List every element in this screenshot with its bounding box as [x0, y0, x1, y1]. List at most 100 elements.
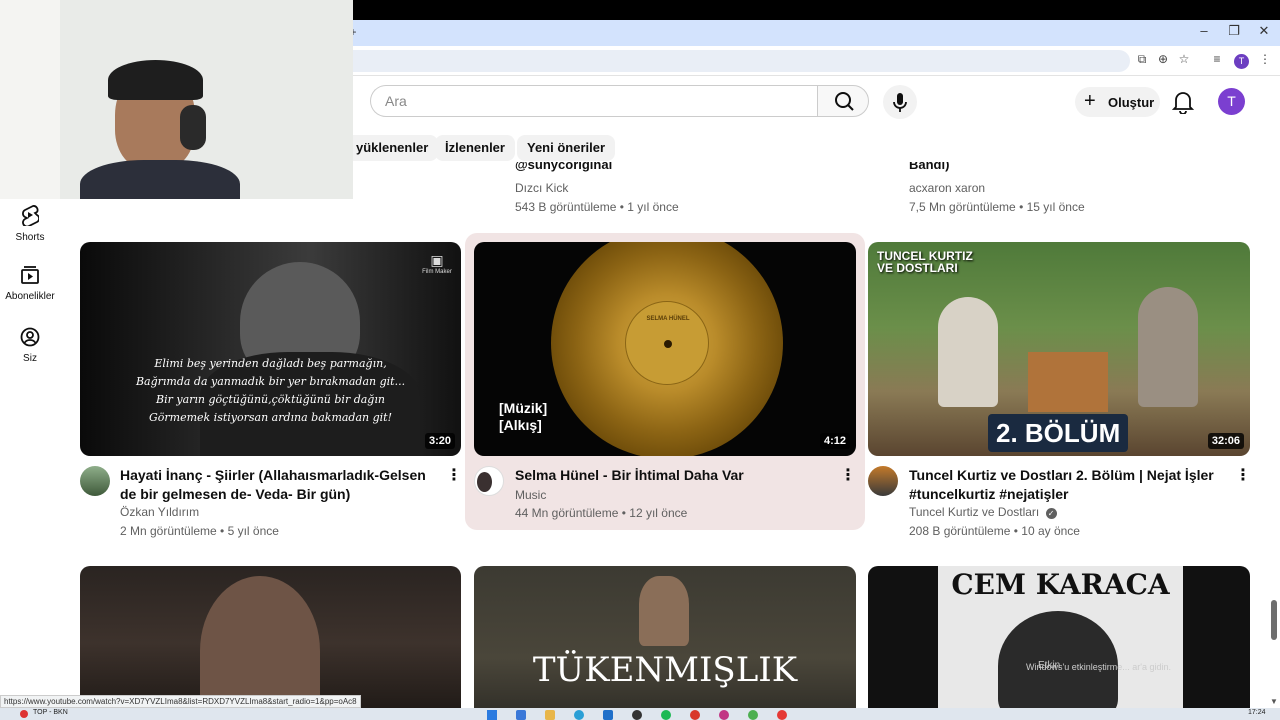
webcam-overlay	[0, 0, 353, 199]
edge-browser-icon[interactable]	[574, 710, 584, 720]
thumbnail-show-title: TUNCEL KURTIZ VE DOSTLARI	[877, 249, 973, 275]
video-stats: 543 B görüntüleme • 1 yıl önce	[515, 200, 679, 214]
video-duration: 3:20	[424, 433, 455, 449]
restore-icon[interactable]: ❐	[1224, 23, 1244, 39]
bookmark-star-icon[interactable]: ☆	[1176, 52, 1192, 66]
channel-name[interactable]: Tuncel Kurtiz ve Dostları ✓	[909, 505, 1057, 519]
thumbnail-title-text: CEM KARACA	[951, 568, 1170, 601]
webcam-person-body	[80, 160, 240, 199]
microphone-icon	[893, 93, 907, 112]
channel-name[interactable]: Dızcı Kick	[515, 181, 568, 195]
video-title[interactable]: Hayati İnanç - Şiirler (Allahaısmarladık…	[120, 466, 440, 504]
thumbnail-poem-text: Elimi beş yerinden dağladı beş parmağın,…	[135, 357, 406, 424]
windows-activation-overlay: Windows'u etkinleştirme... ar'a gidin.	[1026, 662, 1171, 672]
video-thumbnail[interactable]: CEM KARACA Etkin Windows'u etkinleştirme…	[868, 566, 1250, 720]
video-thumbnail[interactable]: SELMA HÜNEL [Müzik] [Alkış] 4:12	[474, 242, 856, 456]
sidebar-item-label: Shorts	[15, 232, 45, 243]
instagram-icon[interactable]	[719, 710, 729, 720]
video-title-partial[interactable]: Bandı)	[909, 162, 949, 174]
sidebar-item-label: Siz	[23, 353, 37, 364]
thumbnail-caption: [Müzik] [Alkış]	[499, 400, 548, 433]
thumbnail-poster: CEM KARACA	[938, 566, 1183, 720]
video-duration: 4:12	[819, 433, 850, 449]
record-label: SELMA HÜNEL	[625, 301, 709, 385]
create-button[interactable]: + Oluştur	[1075, 87, 1160, 117]
install-app-icon[interactable]: ⧉	[1134, 52, 1150, 67]
video-duration: 32:06	[1207, 433, 1244, 449]
sidebar-item-subscriptions[interactable]: Abonelikler	[0, 265, 60, 302]
chip-watched[interactable]: İzlenenler	[435, 135, 515, 161]
media-control-icon[interactable]: ≡	[1209, 52, 1225, 66]
search-input[interactable]: Ara	[370, 85, 818, 117]
thumbnail-figure	[639, 576, 689, 646]
you-icon	[20, 327, 40, 347]
chrome-icon[interactable]	[777, 710, 787, 720]
minimize-icon[interactable]: –	[1194, 23, 1214, 38]
golden-record: SELMA HÜNEL	[551, 242, 783, 456]
video-stats: 2 Mn görüntüleme • 5 yıl önce	[120, 524, 279, 538]
channel-name[interactable]: acxaron xaron	[909, 181, 985, 195]
video-stats: 7,5 Mn görüntüleme • 15 yıl önce	[909, 200, 1085, 214]
search-button[interactable]	[817, 85, 869, 117]
browser-menu-icon[interactable]: ⋮	[1257, 52, 1273, 66]
page-scrollbar-thumb[interactable]	[1271, 600, 1277, 640]
video-stats: 208 B görüntüleme • 10 ay önce	[909, 524, 1080, 538]
plus-icon: +	[1084, 90, 1096, 112]
taskbar-weather-text: TOP - BKN	[33, 709, 68, 716]
video-title-partial[interactable]: @sunycoriginal	[515, 162, 612, 174]
video-title[interactable]: Tuncel Kurtiz ve Dostları 2. Bölüm | Nej…	[909, 466, 1229, 504]
thumbnail-table	[1028, 352, 1108, 412]
video-thumbnail[interactable]: TUNCEL KURTIZ VE DOSTLARI 2. BÖLÜM 32:06	[868, 242, 1250, 456]
thumbnail-title-text: TÜKENMIŞLIK	[532, 650, 798, 690]
taskbar-app-icon[interactable]	[690, 710, 700, 720]
weather-badge-icon	[20, 710, 28, 718]
video-thumbnail[interactable]: ▣ Film Maker Elimi beş yerinden dağladı …	[80, 242, 461, 456]
voice-search-button[interactable]	[883, 85, 917, 119]
webcam-person-cap	[108, 60, 203, 100]
more-options-icon[interactable]: ⋮	[446, 466, 462, 486]
channel-avatar[interactable]	[80, 466, 110, 496]
thumbnail-figure	[938, 297, 998, 407]
thumbnail-episode-label: 2. BÖLÜM	[988, 414, 1129, 452]
webcam-headphones	[180, 105, 206, 150]
shorts-icon	[22, 205, 39, 226]
chip-uploaded[interactable]: yüklenenler	[346, 135, 439, 161]
search-icon	[835, 92, 854, 111]
verified-badge-icon: ✓	[1045, 508, 1057, 519]
video-stats: 44 Mn görüntüleme • 12 yıl önce	[515, 506, 688, 520]
taskbar-app-icon[interactable]	[661, 710, 671, 720]
account-avatar[interactable]: T	[1218, 88, 1245, 115]
windows-taskbar: TOP - BKN 17:24	[0, 708, 1280, 720]
notifications-bell-icon[interactable]	[1171, 90, 1195, 115]
windows-start-icon[interactable]	[487, 710, 497, 720]
film-camera-icon: ▣	[430, 252, 444, 268]
file-explorer-icon[interactable]	[545, 710, 555, 720]
store-icon[interactable]	[603, 710, 613, 720]
thumbnail-figure	[1138, 287, 1198, 407]
sidebar-item-you[interactable]: Siz	[0, 327, 60, 364]
channel-name[interactable]: Music	[515, 488, 546, 502]
video-thumbnail[interactable]: TÜKENMIŞLIK	[474, 566, 856, 720]
browser-profile-avatar[interactable]: T	[1234, 54, 1249, 69]
video-title[interactable]: Selma Hünel - Bir İhtimal Daha Var	[515, 466, 835, 485]
sidebar-item-label: Abonelikler	[5, 291, 55, 302]
channel-avatar[interactable]	[474, 466, 504, 496]
more-options-icon[interactable]: ⋮	[840, 466, 856, 486]
film-maker-badge: ▣ Film Maker	[422, 252, 452, 275]
taskbar-app-icon[interactable]	[748, 710, 758, 720]
link-status-url: https://www.youtube.com/watch?v=XD7YVZLI…	[0, 695, 361, 708]
omnibox[interactable]	[330, 50, 1130, 72]
channel-name[interactable]: Özkan Yıldırım	[120, 505, 199, 519]
scroll-down-arrow-icon[interactable]: ▼	[1270, 697, 1278, 706]
taskbar-app-icon[interactable]	[632, 710, 642, 720]
more-options-icon[interactable]: ⋮	[1235, 466, 1251, 486]
webcam-wall	[0, 0, 60, 199]
sidebar-item-shorts[interactable]: Shorts	[0, 204, 60, 243]
chip-new-recommendations[interactable]: Yeni öneriler	[517, 135, 616, 161]
close-icon[interactable]: ✕	[1254, 23, 1274, 39]
zoom-icon[interactable]: ⊕	[1155, 52, 1171, 66]
taskbar-clock: 17:24	[1248, 709, 1266, 716]
channel-avatar[interactable]	[868, 466, 898, 496]
taskbar-app-icon[interactable]	[516, 710, 526, 720]
subscriptions-icon	[21, 266, 39, 284]
